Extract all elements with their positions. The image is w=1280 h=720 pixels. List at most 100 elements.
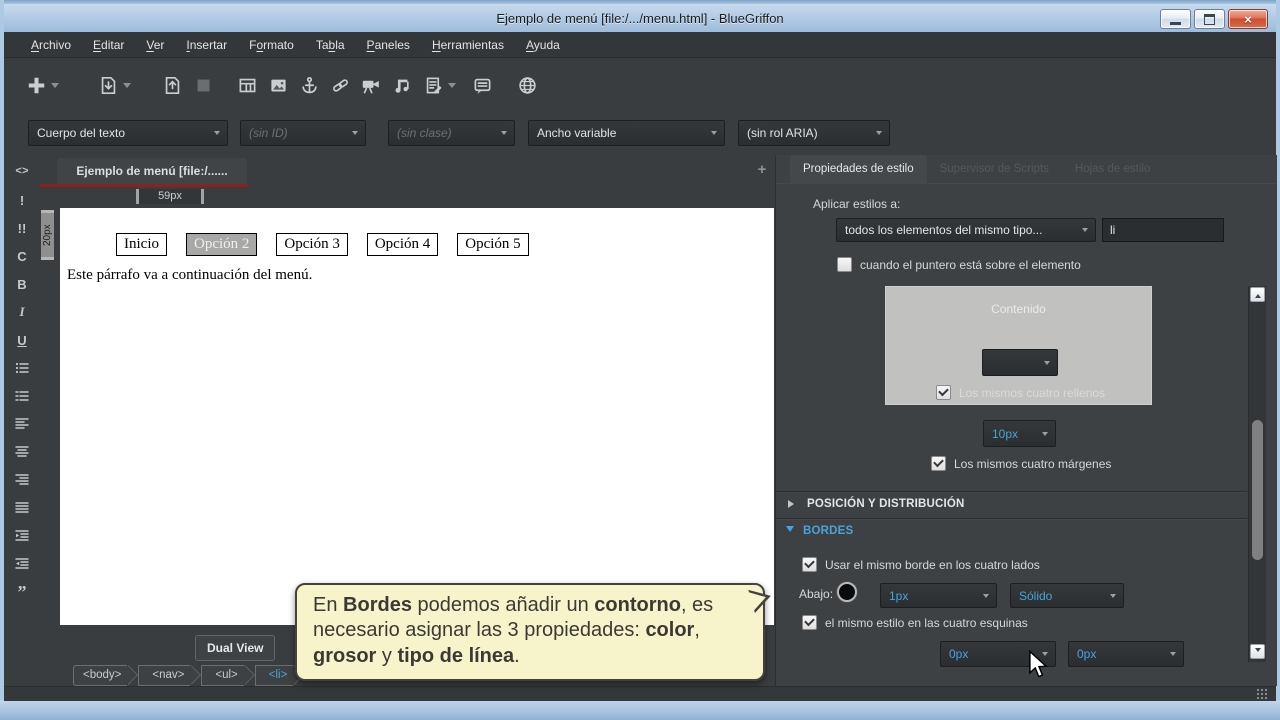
menu-ver[interactable]: Ver xyxy=(135,34,175,56)
source-view-icon[interactable]: <> xyxy=(8,158,36,186)
canvas-menu-item[interactable]: Inicio xyxy=(116,233,167,256)
chevron-down-icon xyxy=(1044,361,1050,368)
canvas-menu-item[interactable]: Opción 4 xyxy=(367,233,438,256)
editor-canvas[interactable]: Inicio Opción 2 Opción 3 Opción 4 Opción 5 E… xyxy=(60,208,774,625)
comment-icon[interactable] xyxy=(472,75,492,95)
underline-icon[interactable]: U xyxy=(8,326,36,354)
document-tab[interactable]: Ejemplo de menú [file:/...... xyxy=(57,158,247,184)
section-borders-label: BORDES xyxy=(803,525,853,537)
hover-checkbox[interactable] xyxy=(837,257,852,272)
align-right-icon[interactable] xyxy=(8,466,36,494)
outdent-icon[interactable] xyxy=(8,550,36,578)
aria-role-select[interactable]: (sin rol ARIA) xyxy=(738,120,890,146)
breadcrumb-item[interactable]: <body> xyxy=(73,665,127,686)
video-icon[interactable] xyxy=(360,75,380,95)
globe-icon[interactable] xyxy=(517,75,537,95)
scroll-up-button[interactable] xyxy=(1250,287,1265,302)
form-icon[interactable] xyxy=(423,75,443,95)
justify-icon[interactable] xyxy=(8,494,36,522)
link-icon[interactable] xyxy=(330,75,350,95)
panel-scrollbar[interactable] xyxy=(1248,286,1266,662)
menu-paneles[interactable]: Paneles xyxy=(356,34,421,56)
canvas-menu-item[interactable]: Opción 3 xyxy=(276,233,347,256)
breadcrumb-item[interactable]: <ul> xyxy=(201,665,243,686)
element-id-select[interactable]: (sin ID) xyxy=(240,120,366,146)
canvas-menu-item[interactable]: Opción 2 xyxy=(186,233,257,256)
anchor-icon[interactable] xyxy=(299,75,319,95)
save-file-icon[interactable] xyxy=(162,75,182,95)
scroll-down-button[interactable] xyxy=(1250,644,1265,659)
horizontal-ruler-value: 59px xyxy=(139,189,201,204)
panel-tab[interactable]: Propiedades de estilo xyxy=(790,155,927,183)
section-position[interactable]: POSICIÓN Y DISTRIBUCIÓN xyxy=(776,491,1247,515)
image-icon[interactable] xyxy=(268,75,288,95)
menu-herramientas[interactable]: Herramientas xyxy=(421,34,515,56)
menu-formato[interactable]: Formato xyxy=(238,34,305,56)
paragraph-format-select[interactable]: Cuerpo del texto xyxy=(28,120,228,146)
table-icon[interactable] xyxy=(237,75,257,95)
add-icon[interactable] xyxy=(26,75,46,95)
canvas-menu-item[interactable]: Opción 5 xyxy=(457,233,528,256)
same-corners-row: el mismo estilo en las cuatro esquinas xyxy=(802,615,1028,630)
same-corners-checkbox[interactable] xyxy=(802,615,817,630)
menubar: ArchivoEditarVerInsertarFormatoTablaPane… xyxy=(4,32,1276,58)
apply-target-select[interactable]: todos los elementos del mismo tipo... xyxy=(836,218,1096,242)
minimize-icon xyxy=(1170,22,1181,25)
menu-archivo[interactable]: Archivo xyxy=(20,34,82,56)
quote-icon[interactable]: ” xyxy=(8,578,36,606)
panel-tab[interactable]: Supervisor de Scripts xyxy=(927,155,1062,183)
same-paddings-checkbox[interactable] xyxy=(936,385,951,400)
corner-radius-select-2[interactable]: 0px xyxy=(1068,641,1184,667)
bold-icon[interactable]: B xyxy=(8,270,36,298)
minimize-button[interactable] xyxy=(1160,9,1191,29)
hover-checkbox-label: cuando el puntero está sobre el elemento xyxy=(860,258,1081,272)
margin-value-select[interactable]: 10px xyxy=(983,420,1056,447)
chevron-down-icon xyxy=(983,594,989,601)
panel-tab[interactable]: Hojas de estilo xyxy=(1062,155,1163,183)
content-label: Contenido xyxy=(886,302,1151,316)
maximize-button[interactable] xyxy=(1194,9,1225,29)
border-width-select[interactable]: 1px xyxy=(880,583,997,608)
menu-ayuda[interactable]: Ayuda xyxy=(515,34,571,56)
resize-grip[interactable] xyxy=(1256,688,1268,699)
breadcrumb-item[interactable]: <nav> xyxy=(138,665,190,686)
scrollbar-thumb[interactable] xyxy=(1252,420,1263,560)
breadcrumb-item[interactable]: <li> xyxy=(255,665,294,686)
dropdown-caret-icon[interactable] xyxy=(447,75,457,95)
dual-view-button[interactable]: Dual View xyxy=(195,635,275,661)
breadcrumb: <body> <nav> <ul> <li> xyxy=(73,665,304,686)
double-exclamation-icon[interactable]: !! xyxy=(8,214,36,242)
new-tab-button[interactable]: + xyxy=(753,160,771,178)
bullet-list-icon[interactable] xyxy=(8,354,36,382)
exclamation-icon[interactable]: ! xyxy=(8,186,36,214)
chevron-down-icon xyxy=(1042,432,1048,439)
element-class-select[interactable]: (sin clase) xyxy=(388,120,515,146)
dropdown-caret-icon[interactable] xyxy=(122,75,132,95)
maximize-icon xyxy=(1204,14,1215,25)
same-border-checkbox[interactable] xyxy=(802,557,817,572)
numbered-list-icon[interactable] xyxy=(8,382,36,410)
open-file-icon[interactable] xyxy=(98,75,118,95)
align-left-icon[interactable] xyxy=(8,410,36,438)
tab-underline xyxy=(40,184,248,187)
close-button[interactable]: × xyxy=(1228,9,1268,29)
canvas-paragraph[interactable]: Este párrafo va a continuación del menú. xyxy=(67,267,774,284)
menu-editar[interactable]: Editar xyxy=(82,34,135,56)
indent-icon[interactable] xyxy=(8,522,36,550)
italic-icon[interactable]: I xyxy=(8,298,36,326)
chevron-down-icon xyxy=(1170,652,1176,659)
padding-value-select[interactable] xyxy=(982,349,1058,376)
width-mode-select[interactable]: Ancho variable xyxy=(528,120,725,146)
same-margins-checkbox[interactable] xyxy=(931,456,946,471)
dropdown-caret-icon[interactable] xyxy=(50,75,60,95)
audio-icon[interactable] xyxy=(391,75,411,95)
border-style-select[interactable]: Sólido xyxy=(1010,583,1124,608)
border-color-swatch[interactable] xyxy=(837,582,857,602)
menu-insertar[interactable]: Insertar xyxy=(175,34,238,56)
section-borders[interactable]: BORDES xyxy=(776,518,1247,542)
target-element-field[interactable]: li xyxy=(1102,218,1224,242)
print-icon[interactable] xyxy=(193,75,213,95)
class-icon[interactable]: C xyxy=(8,242,36,270)
menu-tabla[interactable]: Tabla xyxy=(305,34,356,56)
align-center-icon[interactable] xyxy=(8,438,36,466)
